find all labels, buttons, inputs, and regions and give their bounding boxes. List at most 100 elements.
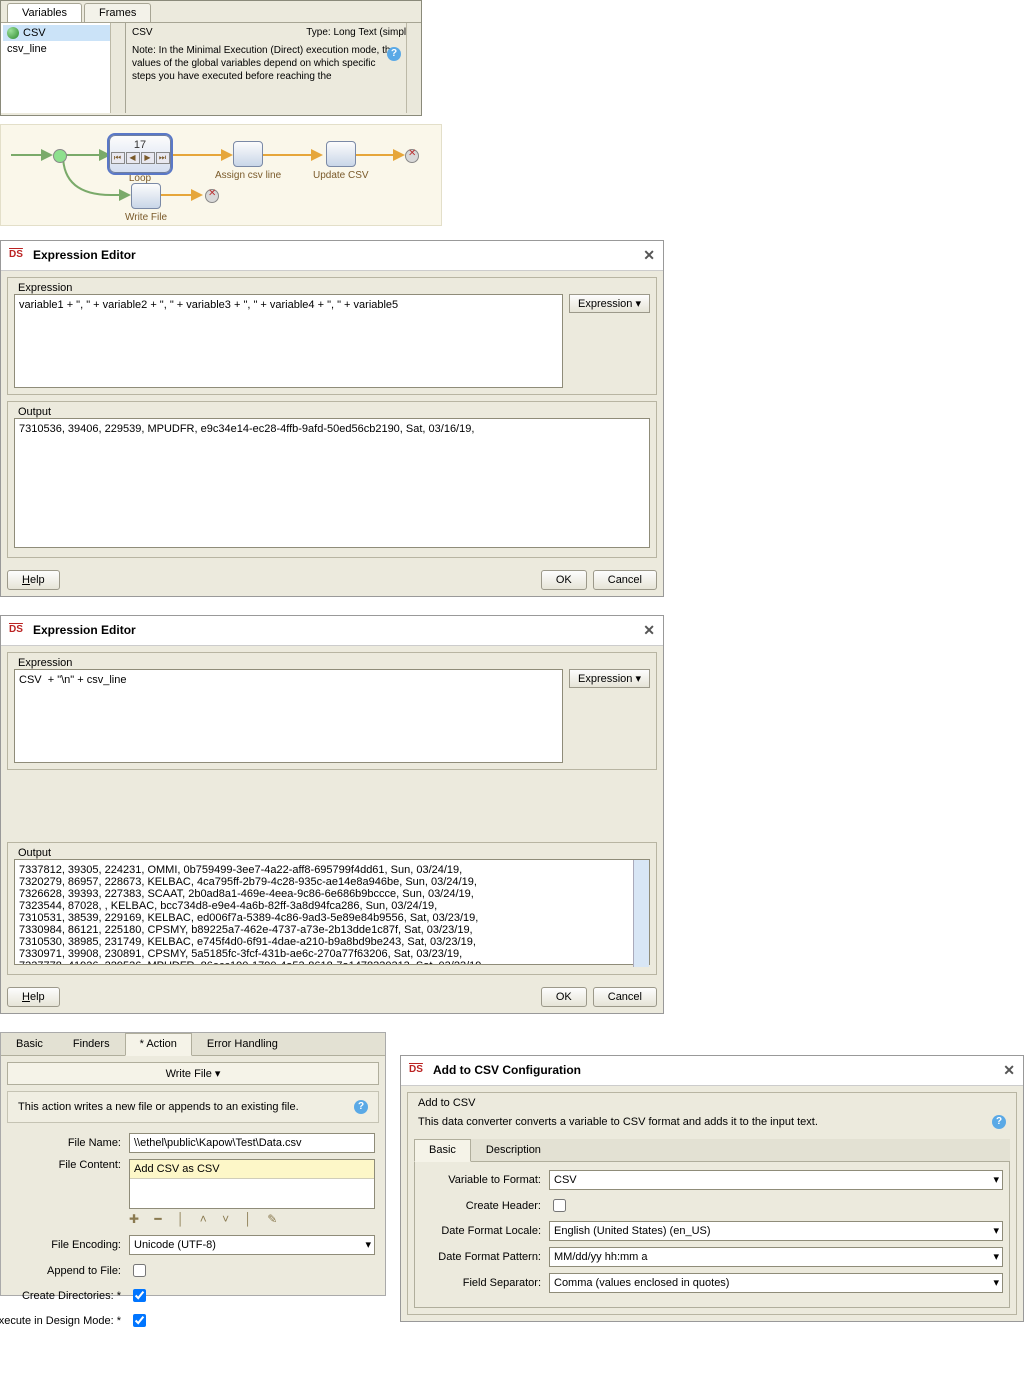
close-icon[interactable]: ✕ bbox=[1003, 1062, 1015, 1079]
output-legend: Output bbox=[14, 847, 55, 859]
expression-menu-button[interactable]: Expression ▾ bbox=[569, 669, 650, 688]
create-header-label: Create Header: bbox=[421, 1200, 549, 1212]
expression-legend: Expression bbox=[14, 657, 76, 669]
expression-input[interactable] bbox=[14, 669, 563, 763]
filecontent-item[interactable]: Add CSV as CSV bbox=[130, 1160, 374, 1179]
tab-variables[interactable]: Variables bbox=[7, 3, 82, 22]
action-description: This action writes a new file or appends… bbox=[18, 1101, 299, 1113]
loop-prev-icon[interactable]: ◀ bbox=[126, 152, 140, 164]
globe-icon bbox=[7, 27, 19, 39]
chevron-down-icon[interactable]: ▾ bbox=[993, 1224, 999, 1237]
update-label: Update CSV bbox=[313, 170, 369, 181]
output-text bbox=[14, 418, 650, 548]
robot-flow-diagram: 17 ⏮ ◀ ▶ ⏭ Loop Assign csv line Update C… bbox=[0, 124, 442, 226]
append-checkbox[interactable] bbox=[133, 1264, 146, 1277]
expression-editor-1: Expression Editor ✕ Expression Expressio… bbox=[0, 240, 664, 597]
tab-frames[interactable]: Frames bbox=[84, 3, 151, 22]
pattern-label: Date Format Pattern: bbox=[421, 1251, 549, 1263]
assign-node[interactable]: Assign csv line bbox=[215, 141, 281, 181]
branch-node[interactable] bbox=[53, 149, 67, 163]
scrollbar[interactable] bbox=[633, 860, 649, 967]
tab-csv-description[interactable]: Description bbox=[471, 1139, 556, 1161]
filecontent-label: File Content: bbox=[11, 1159, 129, 1171]
var-row-csv[interactable]: CSV bbox=[3, 25, 123, 41]
loop-node[interactable]: 17 ⏮ ◀ ▶ ⏭ Loop bbox=[109, 135, 171, 184]
tab-error-handling[interactable]: Error Handling bbox=[192, 1033, 293, 1055]
update-node[interactable]: Update CSV bbox=[313, 141, 369, 181]
loop-next-icon[interactable]: ▶ bbox=[141, 152, 155, 164]
action-type-dropdown[interactable]: Write File ▾ bbox=[7, 1062, 379, 1085]
help-icon[interactable]: ? bbox=[354, 1100, 368, 1114]
loop-first-icon[interactable]: ⏮ bbox=[111, 152, 125, 164]
assign-label: Assign csv line bbox=[215, 170, 281, 181]
create-header-checkbox[interactable] bbox=[553, 1199, 566, 1212]
tab-finders[interactable]: Finders bbox=[58, 1033, 125, 1055]
var-row-csvline[interactable]: csv_line bbox=[3, 41, 123, 57]
tab-csv-basic[interactable]: Basic bbox=[414, 1139, 471, 1162]
chevron-down-icon[interactable]: ▾ bbox=[993, 1173, 999, 1186]
cancel-button[interactable]: Cancel bbox=[593, 987, 657, 1007]
execution-note: Note: In the Minimal Execution (Direct) … bbox=[132, 44, 415, 83]
end-node: ✕ bbox=[205, 189, 219, 203]
close-icon[interactable]: ✕ bbox=[643, 247, 655, 264]
help-icon[interactable]: ? bbox=[992, 1115, 1006, 1129]
tab-action[interactable]: * Action bbox=[125, 1033, 192, 1056]
variables-panel: Variables Frames CSV csv_line CSV Type: … bbox=[0, 0, 422, 116]
action-config-panel: Basic Finders * Action Error Handling Wr… bbox=[0, 1032, 386, 1296]
expression-menu-button[interactable]: Expression ▾ bbox=[569, 294, 650, 313]
writefile-label: Write File bbox=[125, 212, 167, 223]
variable-detail: CSV Type: Long Text (simple) ? Note: In … bbox=[126, 23, 421, 113]
app-logo-icon bbox=[9, 249, 27, 263]
expression-legend: Expression bbox=[14, 282, 76, 294]
execute-label: Execute in Design Mode: * bbox=[0, 1315, 129, 1327]
var-name: CSV bbox=[23, 27, 46, 39]
locale-select[interactable] bbox=[549, 1221, 1003, 1241]
output-text bbox=[14, 859, 650, 965]
close-icon[interactable]: ✕ bbox=[643, 622, 655, 639]
expression-editor-2: Expression Editor ✕ Expression Expressio… bbox=[0, 615, 664, 1014]
loop-last-icon[interactable]: ⏭ bbox=[156, 152, 170, 164]
cancel-button[interactable]: Cancel bbox=[593, 570, 657, 590]
execute-checkbox[interactable] bbox=[133, 1314, 146, 1327]
dialog-title: Expression Editor bbox=[33, 623, 136, 637]
detail-var-name: CSV bbox=[132, 27, 153, 38]
pattern-input[interactable] bbox=[549, 1247, 1003, 1267]
detail-var-type: Type: Long Text (simple) bbox=[306, 27, 415, 38]
append-label: Append to File: bbox=[11, 1265, 129, 1277]
expression-input[interactable] bbox=[14, 294, 563, 388]
encoding-select[interactable] bbox=[129, 1235, 375, 1255]
help-icon[interactable]: ? bbox=[387, 47, 401, 61]
csv-description: This data converter converts a variable … bbox=[418, 1116, 818, 1128]
filename-label: File Name: bbox=[11, 1137, 129, 1149]
createdirs-checkbox[interactable] bbox=[133, 1289, 146, 1302]
scrollbar[interactable] bbox=[406, 23, 421, 113]
separator-select[interactable] bbox=[549, 1273, 1003, 1293]
help-button[interactable]: Help bbox=[7, 570, 60, 590]
var-format-select[interactable] bbox=[549, 1170, 1003, 1190]
writefile-node[interactable]: Write File bbox=[125, 183, 167, 223]
tab-basic[interactable]: Basic bbox=[1, 1033, 58, 1055]
locale-label: Date Format Locale: bbox=[421, 1225, 549, 1237]
app-logo-icon bbox=[9, 624, 27, 638]
chevron-down-icon[interactable]: ▾ bbox=[365, 1238, 371, 1251]
chevron-down-icon[interactable]: ▾ bbox=[993, 1276, 999, 1289]
csv-group-legend: Add to CSV bbox=[414, 1097, 479, 1109]
var-name: csv_line bbox=[7, 43, 47, 55]
var-format-label: Variable to Format: bbox=[421, 1174, 549, 1186]
ok-button[interactable]: OK bbox=[541, 570, 587, 590]
variable-list[interactable]: CSV csv_line bbox=[1, 23, 126, 113]
chevron-down-icon[interactable]: ▾ bbox=[993, 1250, 999, 1263]
filename-input[interactable] bbox=[129, 1133, 375, 1153]
loop-iteration: 17 bbox=[110, 136, 170, 151]
dialog-title: Add to CSV Configuration bbox=[433, 1063, 581, 1077]
help-button[interactable]: Help bbox=[7, 987, 60, 1007]
content-toolbar[interactable]: ✚ ━ │ ˄ ˅ │ ✎ bbox=[129, 1209, 375, 1229]
dialog-title: Expression Editor bbox=[33, 248, 136, 262]
add-to-csv-dialog: Add to CSV Configuration ✕ Add to CSV Th… bbox=[400, 1055, 1024, 1322]
scrollbar[interactable] bbox=[110, 23, 125, 113]
app-logo-icon bbox=[409, 1064, 427, 1078]
ok-button[interactable]: OK bbox=[541, 987, 587, 1007]
output-legend: Output bbox=[14, 406, 55, 418]
separator-label: Field Separator: bbox=[421, 1277, 549, 1289]
createdirs-label: Create Directories: * bbox=[11, 1290, 129, 1302]
